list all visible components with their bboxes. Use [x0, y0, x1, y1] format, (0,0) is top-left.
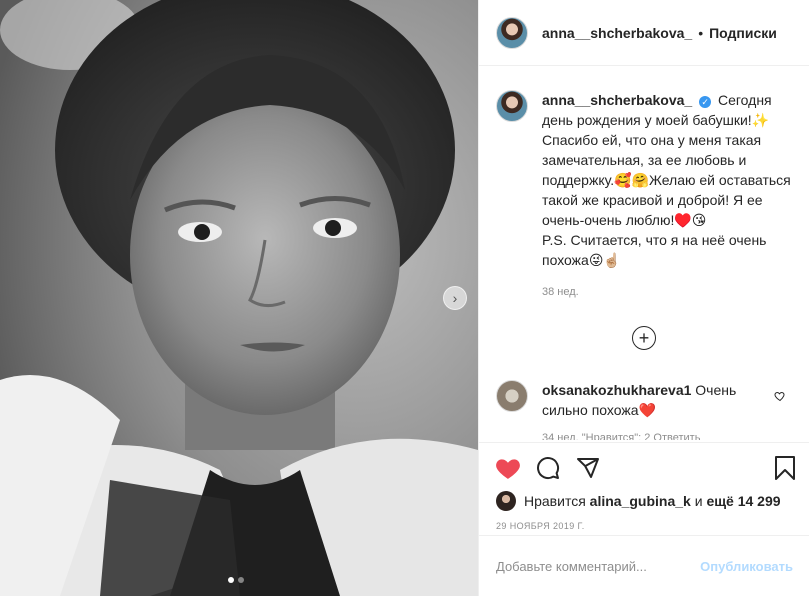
share-button[interactable] [575, 455, 601, 481]
caption-avatar[interactable] [496, 90, 528, 122]
caption: anna__shcherbakova_ ✓ Сегодня день рожде… [496, 90, 796, 302]
save-button[interactable] [774, 455, 796, 484]
likes-prefix: Нравится [524, 493, 586, 509]
header-username[interactable]: anna__shcherbakova_ [542, 25, 692, 41]
liker-username[interactable]: alina_gubina_k [590, 493, 691, 509]
carousel-next-button[interactable]: › [443, 286, 467, 310]
comment-username[interactable]: oksanakozhukhareva1 [542, 382, 691, 398]
comment-meta-text: 34 нед. "Нравится": 2 Ответить [542, 432, 701, 440]
comment-icon [537, 457, 560, 480]
comment: oksanakozhukhareva1 Очень сильно похожа❤… [496, 380, 796, 420]
comment-like-button[interactable] [774, 390, 786, 405]
chevron-right-icon: › [452, 290, 458, 306]
liker-avatar[interactable] [496, 491, 516, 511]
plus-icon: + [638, 328, 650, 348]
carousel-dots [228, 577, 244, 583]
comment-meta: 34 нед. "Нравится": 2 Ответить [542, 432, 782, 440]
post-actions: Нравится alina_gubina_k и ещё 14 299 29 … [479, 442, 809, 596]
likes-count[interactable]: ещё 14 299 [706, 493, 780, 509]
post-header: anna__shcherbakova_ • Подписки [479, 0, 809, 66]
post-photo[interactable]: › [0, 0, 478, 596]
publish-button[interactable]: Опубликовать [700, 559, 793, 574]
caption-time[interactable]: 38 нед. [542, 282, 796, 302]
post-panel: anna__shcherbakova_ • Подписки anna__shc… [478, 0, 809, 596]
portrait-image [0, 0, 478, 596]
comment-input[interactable] [496, 559, 696, 574]
bookmark-icon [775, 456, 795, 480]
likes-summary: Нравится alina_gubina_k и ещё 14 299 [496, 491, 781, 511]
caption-username[interactable]: anna__shcherbakova_ [542, 92, 692, 108]
separator-dot: • [698, 24, 704, 41]
caption-line: P.S. Считается, что я на неё очень похож… [542, 232, 767, 268]
share-icon [577, 458, 599, 478]
comment-avatar[interactable] [496, 380, 528, 412]
heart-outline-icon [774, 391, 785, 402]
like-button[interactable] [495, 455, 521, 481]
verified-badge-icon: ✓ [699, 96, 712, 108]
following-button[interactable]: Подписки [709, 25, 777, 41]
carousel-dot [228, 577, 234, 583]
add-comment-bar: Опубликовать [479, 535, 809, 596]
post-date[interactable]: 29 НОЯБРЯ 2019 Г. [496, 521, 585, 531]
caption-line: Спасибо ей, что она у меня такая замечат… [542, 132, 791, 228]
load-more-comments-button[interactable]: + [632, 326, 656, 350]
heart-filled-icon [496, 459, 520, 479]
likes-joiner: и [694, 493, 703, 509]
avatar[interactable] [496, 16, 528, 49]
comment-button[interactable] [535, 455, 561, 481]
carousel-dot [238, 577, 244, 583]
